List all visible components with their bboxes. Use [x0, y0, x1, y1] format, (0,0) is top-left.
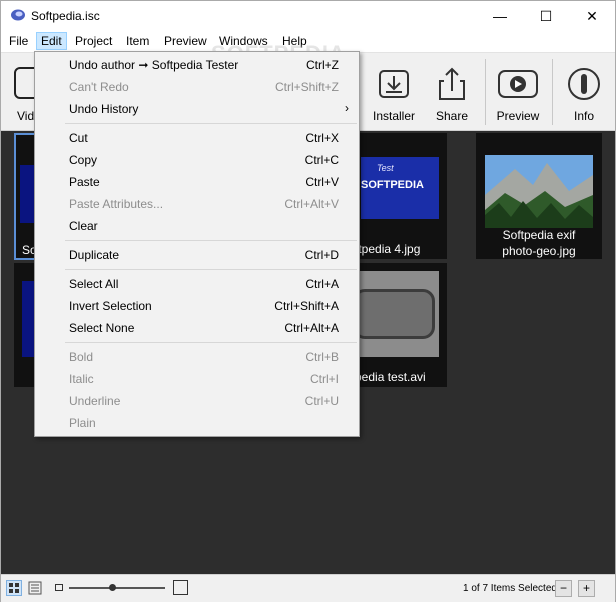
edit-menu-item-paste-attributes: Paste Attributes... Ctrl+Alt+V	[35, 193, 359, 215]
edit-menu-item-select-none[interactable]: Select None Ctrl+Alt+A	[35, 317, 359, 339]
edit-menu-item-clear[interactable]: Clear	[35, 215, 359, 237]
menu-item-shortcut: Ctrl+X	[305, 131, 339, 145]
menu-item-label: Paste	[69, 175, 100, 189]
app-logo-icon	[11, 9, 25, 21]
edit-menu-item-underline: Underline Ctrl+U	[35, 390, 359, 412]
thumbnail-overlay-text: SOFTPEDIA	[361, 179, 424, 191]
installer-icon	[379, 70, 409, 98]
window-title: Softpedia.isc	[31, 9, 100, 23]
menu-item-shortcut: Ctrl+B	[305, 350, 339, 364]
share-icon	[439, 67, 465, 100]
menu-separator	[65, 123, 357, 124]
zoom-slider-thumb[interactable]	[109, 584, 117, 591]
menu-item-shortcut: Ctrl+U	[304, 394, 339, 408]
status-text: 1 of 7 Items Selected	[463, 583, 557, 594]
edit-menu-item-plain: Plain	[35, 412, 359, 434]
menu-separator	[65, 342, 357, 343]
edit-menu-item-duplicate[interactable]: Duplicate Ctrl+D	[35, 244, 359, 266]
toolbar-preview-label: Preview	[496, 109, 540, 123]
toolbar-info-button[interactable]: Info	[553, 53, 615, 131]
thumbnail-image	[353, 271, 439, 357]
status-bar: 1 of 7 Items Selected − +	[1, 574, 615, 602]
thumbnail-caption: Softpedia exif photo-geo.jpg	[502, 228, 576, 258]
edit-menu-item-italic: Italic Ctrl+I	[35, 368, 359, 390]
menu-item-label: Invert Selection	[69, 299, 152, 313]
edit-menu-item-undo-author-softpedia-tester[interactable]: Undo author ➞ Softpedia Tester Ctrl+Z	[35, 54, 359, 76]
thumbnail-overlay-script: Test	[377, 163, 394, 173]
menu-item-label: Italic	[69, 372, 94, 386]
submenu-arrow-icon: ›	[345, 101, 349, 115]
thumbnail-image	[485, 155, 593, 228]
toolbar-share-label: Share	[435, 109, 469, 123]
edit-menu-item-invert-selection[interactable]: Invert Selection Ctrl+Shift+A	[35, 295, 359, 317]
menu-file[interactable]: File	[5, 33, 32, 51]
menu-item-label: Select None	[69, 321, 135, 335]
zoom-small-icon	[55, 584, 63, 591]
menu-item-label: Clear	[69, 219, 98, 233]
edit-menu-item-select-all[interactable]: Select All Ctrl+A	[35, 273, 359, 295]
zoom-out-button[interactable]: −	[555, 580, 572, 597]
list-view-icon	[28, 581, 42, 595]
thumbnail-caption: ftpedia 4.jpg	[355, 242, 421, 256]
menu-item-label: Can't Redo	[69, 80, 129, 94]
edit-menu-item-undo-history[interactable]: Undo History ›	[35, 98, 359, 120]
menu-item-label: Copy	[69, 153, 98, 167]
edit-menu-item-bold: Bold Ctrl+B	[35, 346, 359, 368]
menu-item-shortcut: Ctrl+V	[305, 175, 339, 189]
menu-item-shortcut: Ctrl+Alt+V	[284, 197, 339, 211]
grid-view-button[interactable]	[6, 580, 22, 596]
menu-item-label: Undo History	[69, 102, 139, 116]
menu-item-label: Underline	[69, 394, 121, 408]
toolbar-installer-label: Installer	[372, 109, 416, 123]
zoom-in-button[interactable]: +	[578, 580, 595, 597]
preview-icon	[498, 70, 538, 98]
thumbnail-caption: pedia test.avi	[355, 370, 426, 384]
toolbar-preview-button[interactable]: Preview	[487, 53, 549, 131]
menu-item[interactable]: Item	[122, 33, 153, 51]
menu-separator	[65, 240, 357, 241]
menu-item-label: Undo author ➞ Softpedia Tester	[69, 58, 239, 72]
toolbar-separator	[485, 59, 486, 125]
menu-item-shortcut: Ctrl+Z	[306, 58, 339, 72]
menu-edit[interactable]: Edit	[36, 32, 67, 50]
info-icon	[568, 68, 600, 100]
menu-item-label: Duplicate	[69, 248, 120, 262]
app-window: Softpedia.isc — ☐ ✕ File Edit Project It…	[0, 0, 616, 602]
menu-separator	[65, 269, 357, 270]
menu-item-shortcut: Ctrl+Shift+A	[274, 299, 339, 313]
toolbar-installer-button[interactable]: Installer	[363, 53, 425, 131]
edit-menu-item-can-t-redo: Can't Redo Ctrl+Shift+Z	[35, 76, 359, 98]
menu-item-shortcut: Ctrl+I	[309, 372, 339, 386]
zoom-slider[interactable]	[69, 584, 165, 591]
zoom-large-icon	[173, 580, 188, 595]
menu-item-label: Plain	[69, 416, 96, 430]
list-view-button[interactable]	[27, 580, 43, 596]
edit-menu-dropdown: Undo author ➞ Softpedia Tester Ctrl+Z Can'…	[34, 51, 360, 437]
edit-menu-item-copy[interactable]: Copy Ctrl+C	[35, 149, 359, 171]
menu-item-label: Select All	[69, 277, 119, 291]
menu-item-shortcut: Ctrl+Shift+Z	[274, 80, 339, 94]
thumbnail-item[interactable]: Softpedia exif photo-geo.jpg	[476, 133, 602, 259]
menu-item-shortcut: Ctrl+A	[305, 277, 339, 291]
thumbnail-image: Test SOFTPEDIA	[361, 157, 439, 219]
menu-project[interactable]: Project	[71, 33, 116, 51]
menu-item-label: Paste Attributes...	[69, 197, 164, 211]
menu-item-shortcut: Ctrl+Alt+A	[284, 321, 339, 335]
menu-preview[interactable]: Preview	[160, 33, 211, 51]
close-button[interactable]: ✕	[569, 1, 615, 31]
toolbar-info-label: Info	[573, 109, 594, 123]
minimize-button[interactable]: —	[477, 1, 523, 31]
grid-view-icon	[9, 583, 19, 593]
toolbar-share-button[interactable]: Share	[421, 53, 483, 131]
menu-item-label: Cut	[69, 131, 88, 145]
menu-item-shortcut: Ctrl+D	[304, 248, 339, 262]
title-bar: Softpedia.isc — ☐ ✕	[1, 1, 615, 31]
edit-menu-item-paste[interactable]: Paste Ctrl+V	[35, 171, 359, 193]
maximize-button[interactable]: ☐	[523, 1, 569, 31]
edit-menu-item-cut[interactable]: Cut Ctrl+X	[35, 127, 359, 149]
menu-item-shortcut: Ctrl+C	[304, 153, 339, 167]
menu-item-label: Bold	[69, 350, 94, 364]
